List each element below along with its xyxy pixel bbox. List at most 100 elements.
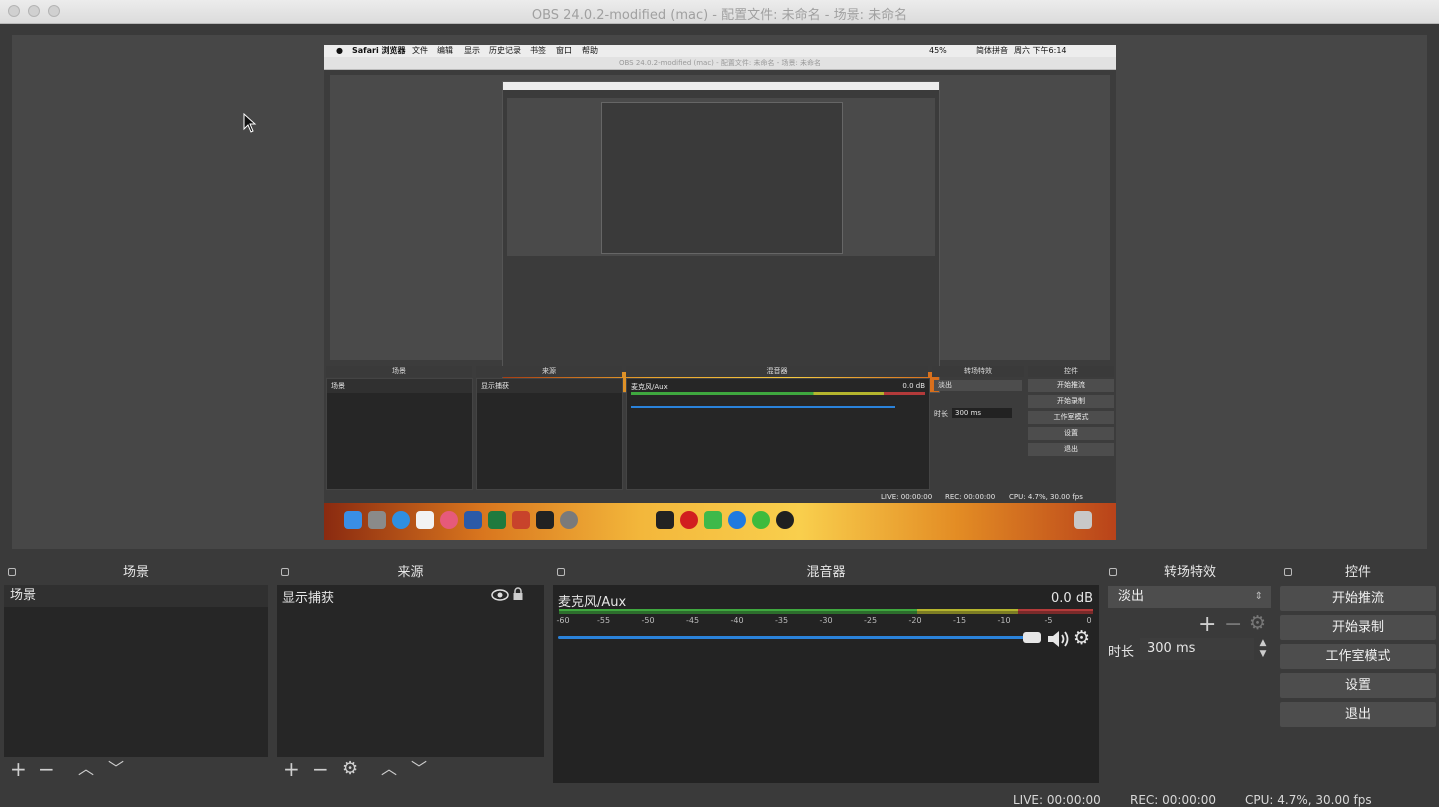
start-recording-button[interactable]: 开始录制 — [1280, 615, 1436, 640]
duration-label: 时长 — [1108, 645, 1135, 660]
captured-duration-value: 300 ms — [952, 408, 1012, 418]
studio-mode-button[interactable]: 工作室模式 — [1280, 644, 1436, 669]
start-streaming-button[interactable]: 开始推流 — [1280, 586, 1436, 611]
captured-studio-mode: 工作室模式 — [1028, 411, 1114, 424]
captured-transitions-header: 转场特效 — [932, 366, 1024, 377]
volume-slider[interactable] — [558, 636, 1030, 639]
captured-live-status: LIVE: 00:00:00 — [881, 493, 933, 501]
lock-icon[interactable] — [512, 587, 524, 601]
captured-source-item: 显示捕获 — [477, 379, 622, 393]
meter-tick-label: -55 — [596, 616, 611, 625]
speaker-icon[interactable] — [1046, 629, 1070, 649]
visibility-eye-icon[interactable] — [491, 589, 509, 601]
captured-mixer-header: 混音器 — [626, 366, 928, 377]
add-transition-button[interactable]: + — [1198, 612, 1216, 637]
captured-rec-status: REC: 00:00:00 — [945, 493, 996, 501]
scenes-list[interactable]: 场景 — [4, 585, 268, 757]
mixer-db-value: 0.0 dB — [1051, 591, 1093, 606]
controls-dock-title: 控件 — [1344, 565, 1371, 580]
captured-mixer: 麦克风/Aux 0.0 dB — [626, 378, 930, 490]
captured-menubar: ● Safari 浏览器 文件 编辑 显示 历史记录 书签 窗口 帮助 45% … — [324, 45, 1116, 57]
meter-tick-label: -15 — [952, 616, 967, 625]
transition-select[interactable]: 淡出 ⇕ — [1108, 586, 1271, 608]
obs-icon — [776, 511, 794, 529]
remove-scene-button[interactable]: − — [38, 759, 55, 779]
select-arrows-icon: ⇕ — [1254, 591, 1263, 602]
meter-tick-label: -50 — [641, 616, 655, 625]
captured-duration-label: 时长 — [934, 410, 948, 418]
word-icon — [464, 511, 482, 529]
scenes-toolbar: + − ︿ ﹀ — [4, 757, 268, 782]
rec-status: REC: 00:00:00 — [1130, 793, 1217, 807]
scene-item[interactable]: 场景 — [4, 585, 268, 607]
sources-list[interactable]: 显示捕获 — [277, 585, 544, 757]
captured-menu-item: 历史记录 — [489, 46, 521, 55]
captured-mixer-channel: 麦克风/Aux — [631, 383, 668, 391]
cpu-status: CPU: 4.7%, 30.00 fps — [1245, 793, 1372, 807]
source-properties-gear-icon[interactable]: ⚙ — [342, 760, 358, 778]
float-icon[interactable] — [8, 568, 16, 576]
captured-settings: 设置 — [1028, 427, 1114, 440]
float-icon[interactable] — [281, 568, 289, 576]
captured-start-stream: 开始推流 — [1028, 379, 1114, 392]
launchpad-icon — [368, 511, 386, 529]
add-source-button[interactable]: + — [283, 759, 300, 779]
system-preferences-icon — [560, 511, 578, 529]
move-scene-up-button[interactable]: ︿ — [78, 760, 94, 778]
move-source-up-button[interactable]: ︿ — [381, 760, 397, 778]
meter-tick-label: -60 — [556, 616, 570, 625]
mouse-cursor-icon — [243, 113, 257, 133]
meter-tick-label: -45 — [685, 616, 700, 625]
meter-tick-label: -30 — [819, 616, 833, 625]
captured-transition-combo: 淡出 — [934, 380, 1022, 391]
mixer-settings-gear-icon[interactable]: ⚙ — [1073, 627, 1090, 649]
safari-icon — [392, 511, 410, 529]
source-item[interactable]: 显示捕获 — [282, 587, 334, 606]
captured-dock — [324, 503, 1116, 540]
app-icon — [704, 511, 722, 529]
captured-menu-item: 显示 — [464, 46, 480, 55]
terminal-icon — [536, 511, 554, 529]
add-scene-button[interactable]: + — [10, 759, 27, 779]
move-scene-down-button[interactable]: ﹀ — [108, 760, 124, 778]
meter-tick-label: 0 — [1086, 616, 1092, 625]
meter-tick-label: -35 — [774, 616, 789, 625]
move-source-down-button[interactable]: ﹀ — [411, 760, 427, 778]
sources-dock-header: 来源 — [277, 563, 544, 583]
settings-button[interactable]: 设置 — [1280, 673, 1436, 698]
captured-sources-list: 显示捕获 — [476, 378, 623, 490]
mixer-channel-name: 麦克风/Aux — [558, 595, 627, 610]
captured-scene-item: 场景 — [327, 379, 472, 393]
float-icon[interactable] — [1284, 568, 1292, 576]
window-titlebar: OBS 24.0.2-modified (mac) - 配置文件: 未命名 - … — [0, 0, 1439, 24]
captured-scenes-header: 场景 — [326, 366, 472, 377]
captured-cpu-status: CPU: 4.7%, 30.00 fps — [1009, 493, 1083, 501]
audio-mixer: 麦克风/Aux 0.0 dB -60 -55 -50 -45 -40 -35 -30 -25-… — [553, 585, 1099, 783]
remove-source-button[interactable]: − — [312, 759, 329, 779]
captured-exit: 退出 — [1028, 443, 1114, 456]
remove-transition-button[interactable]: − — [1224, 612, 1242, 637]
captured-battery-label: 45% — [929, 46, 947, 55]
photos-icon — [440, 511, 458, 529]
powerpoint-icon — [512, 511, 530, 529]
float-icon[interactable] — [1109, 568, 1117, 576]
volume-slider-handle[interactable] — [1023, 632, 1041, 643]
meter-tick-label: -20 — [908, 616, 922, 625]
sources-toolbar: + − ⚙ ︿ ﹀ — [277, 757, 544, 782]
meter-tick-label: -25 — [863, 616, 878, 625]
float-icon[interactable] — [557, 568, 565, 576]
app-icon — [680, 511, 698, 529]
duration-spinner[interactable]: ▲ ▼ — [1256, 638, 1270, 660]
finder-icon — [344, 511, 362, 529]
mixer-dock-title: 混音器 — [806, 565, 846, 580]
duration-input[interactable]: 300 ms — [1140, 638, 1254, 660]
mixer-dock-header: 混音器 — [553, 563, 1099, 583]
captured-start-record: 开始录制 — [1028, 395, 1114, 408]
transitions-dock-title: 转场特效 — [1163, 565, 1216, 580]
transition-properties-gear-icon[interactable]: ⚙ — [1249, 612, 1266, 634]
terminal-icon — [656, 511, 674, 529]
captured-sources-header: 来源 — [476, 366, 622, 377]
live-status: LIVE: 00:00:00 — [1013, 793, 1101, 807]
controls-dock-header: 控件 — [1280, 563, 1436, 583]
exit-button[interactable]: 退出 — [1280, 702, 1436, 727]
